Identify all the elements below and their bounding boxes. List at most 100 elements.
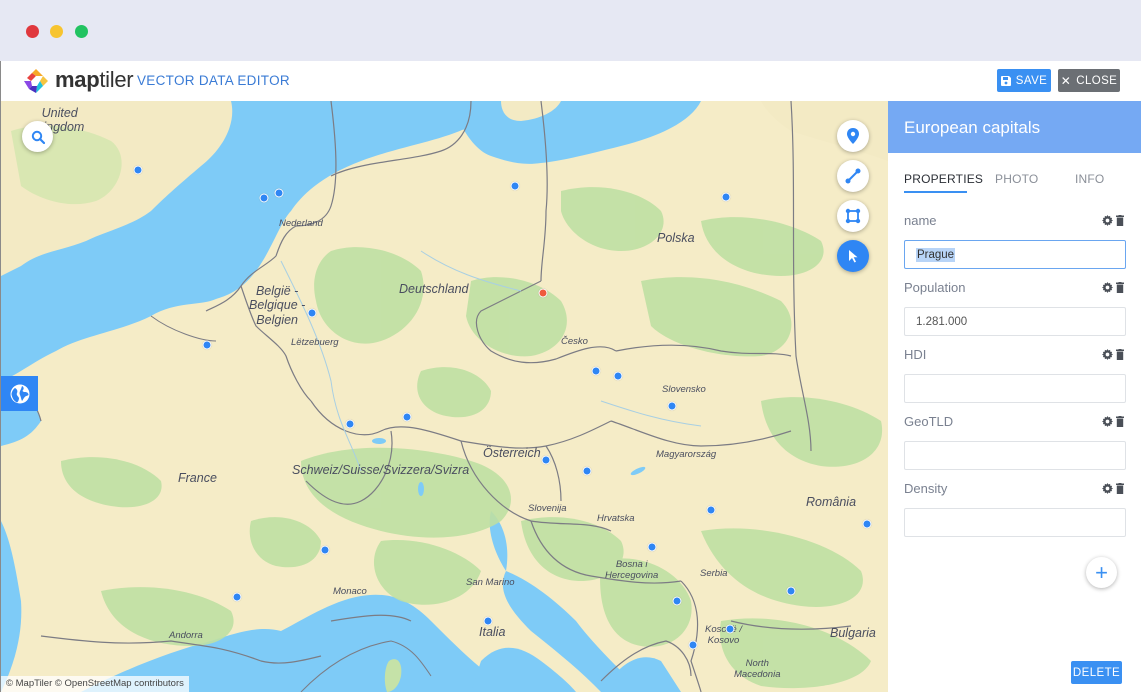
feature-panel: European capitals PROPERTIES PHOTO INFO … [888, 101, 1141, 692]
property-value: Prague [916, 247, 956, 262]
capital-marker[interactable] [672, 596, 682, 606]
map-attribution[interactable]: © MapTiler © OpenStreetMap contributors [1, 676, 189, 692]
capital-marker[interactable] [402, 412, 412, 422]
map-label: België - Belgique - Belgien [249, 284, 305, 327]
map-label: Schweiz/Suisse/Svizzera/Svizra [292, 463, 470, 477]
capital-marker[interactable] [786, 586, 796, 596]
capital-marker[interactable] [725, 624, 735, 634]
trash-icon[interactable] [1116, 349, 1124, 360]
map-label-line: Hercegovina [605, 569, 659, 581]
capital-marker[interactable] [133, 165, 143, 175]
property-field: name Prague [904, 213, 1126, 269]
capital-marker[interactable] [862, 519, 872, 529]
save-button[interactable]: SAVE [997, 69, 1051, 92]
trash-icon[interactable] [1116, 215, 1124, 226]
polygon-tool-button[interactable] [837, 200, 869, 232]
line-tool-button[interactable] [837, 160, 869, 192]
capital-marker[interactable] [345, 419, 355, 429]
map-marker-icon [846, 128, 860, 144]
capital-marker[interactable] [591, 366, 601, 376]
map-canvas[interactable]: United Kingdom Nederland België - Belgique -… [1, 101, 888, 692]
property-field: Density [904, 481, 1126, 537]
window-minimize-button[interactable] [50, 25, 63, 38]
selected-capital-marker[interactable] [538, 288, 548, 298]
add-property-button[interactable]: + [1086, 557, 1117, 588]
top-bar: maptiler VECTOR DATA EDITOR SAVE ✕ CLOSE [1, 61, 1141, 101]
property-actions [1102, 416, 1124, 427]
map-label: Serbia [700, 568, 728, 579]
gear-icon[interactable] [1102, 282, 1113, 293]
basemap-switcher-button[interactable] [1, 376, 38, 411]
capital-marker[interactable] [706, 505, 716, 515]
cursor-icon [847, 249, 859, 263]
property-value-input[interactable] [904, 508, 1126, 537]
gear-icon[interactable] [1102, 215, 1113, 226]
window-titlebar [0, 0, 1141, 61]
capital-marker[interactable] [202, 340, 212, 350]
property-value-input[interactable] [904, 374, 1126, 403]
map-label: Italia [479, 625, 506, 639]
property-actions [1102, 282, 1124, 293]
property-label: Density [904, 481, 948, 496]
window-maximize-button[interactable] [75, 25, 88, 38]
close-button[interactable]: ✕ CLOSE [1058, 69, 1120, 92]
delete-feature-button[interactable]: DELETE [1071, 661, 1122, 684]
capital-marker[interactable] [274, 188, 284, 198]
capital-marker[interactable] [483, 616, 493, 626]
property-value-input[interactable]: Prague [904, 240, 1126, 269]
capital-marker[interactable] [510, 181, 520, 191]
map-label: Kosovë / Kosovo [705, 624, 742, 647]
map-label: Nederland [279, 218, 323, 229]
trash-icon[interactable] [1116, 416, 1124, 427]
tab-info[interactable]: INFO [1075, 172, 1104, 186]
line-icon [845, 168, 861, 184]
capital-marker[interactable] [232, 592, 242, 602]
tab-properties[interactable]: PROPERTIES [904, 172, 983, 186]
map-label: San Marino [466, 577, 515, 588]
map-label-line: Kosovo [707, 634, 740, 646]
close-icon: ✕ [1060, 73, 1072, 88]
map-label: Polska [657, 231, 695, 245]
app: maptiler VECTOR DATA EDITOR SAVE ✕ CLOSE [0, 61, 1141, 692]
property-actions [1102, 215, 1124, 226]
search-button[interactable] [22, 121, 53, 152]
map-label-line: Belgien [256, 312, 298, 327]
capital-marker[interactable] [541, 455, 551, 465]
property-actions [1102, 349, 1124, 360]
property-value-input[interactable]: 1.281.000 [904, 307, 1126, 336]
map-label: Slovensko [662, 384, 706, 395]
trash-icon[interactable] [1116, 282, 1124, 293]
capital-marker[interactable] [647, 542, 657, 552]
capital-marker[interactable] [259, 193, 269, 203]
property-field: HDI [904, 347, 1126, 403]
point-tool-button[interactable] [837, 120, 869, 152]
map-label: Andorra [169, 630, 203, 641]
property-label: GeoTLD [904, 414, 954, 429]
polygon-icon [845, 208, 861, 224]
tab-photo[interactable]: PHOTO [995, 172, 1038, 186]
capital-marker[interactable] [307, 308, 317, 318]
map-label: Österreich [483, 446, 541, 460]
capital-marker[interactable] [721, 192, 731, 202]
capital-marker[interactable] [667, 401, 677, 411]
capital-marker[interactable] [613, 371, 623, 381]
map-label: România [806, 495, 857, 509]
save-label: SAVE [1015, 74, 1048, 87]
window-close-button[interactable] [26, 25, 39, 38]
capital-marker[interactable] [688, 640, 698, 650]
map-label: Lëtzebuerg [291, 337, 339, 348]
map-label-line: België - [255, 284, 299, 298]
gear-icon[interactable] [1102, 416, 1113, 427]
gear-icon[interactable] [1102, 349, 1113, 360]
select-tool-button[interactable] [837, 240, 869, 272]
brand-name: maptiler [55, 67, 134, 92]
capital-marker[interactable] [320, 545, 330, 555]
gear-icon[interactable] [1102, 483, 1113, 494]
capital-marker[interactable] [582, 466, 592, 476]
map-label: Deutschland [399, 282, 469, 296]
property-value-input[interactable] [904, 441, 1126, 470]
map-label: Bosna i Hercegovina [605, 559, 659, 582]
trash-icon[interactable] [1116, 483, 1124, 494]
map-label: Slovenija [528, 503, 567, 514]
panel-tabs: PROPERTIES PHOTO INFO [888, 153, 1141, 201]
